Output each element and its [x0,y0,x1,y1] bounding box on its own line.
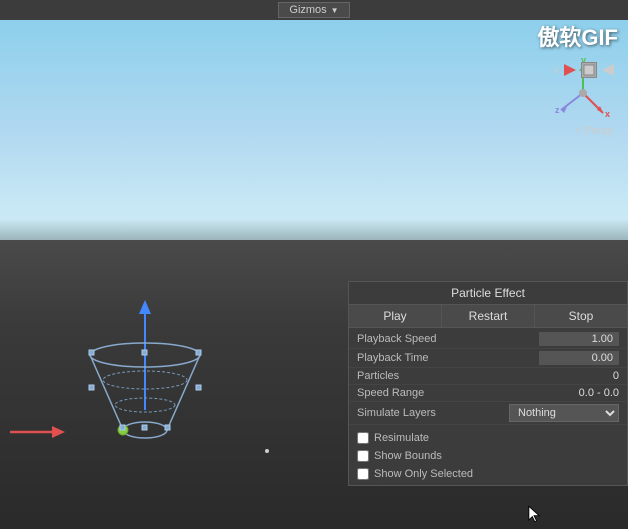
particles-label: Particles [357,370,539,382]
show-bounds-checkbox[interactable] [357,450,369,462]
playback-time-row: Playback Time 0.00 [349,349,627,368]
play-icon[interactable] [562,62,578,78]
speed-range-value: 0.0 - 0.0 [539,387,619,399]
simulate-layers-row: Simulate Layers Nothing Everything [349,402,627,425]
playback-speed-row: Playback Speed 1.00 [349,330,627,349]
svg-text:x: x [605,109,610,119]
panel-title: Particle Effect [349,282,627,304]
show-only-selected-checkbox[interactable] [357,468,369,480]
scene-dot [265,449,269,453]
resimulate-label[interactable]: Resimulate [374,432,429,444]
speed-range-label: Speed Range [357,387,539,399]
simulate-layers-dropdown[interactable]: Nothing Everything [509,404,619,422]
playback-speed-label: Playback Speed [357,333,539,345]
show-bounds-label[interactable]: Show Bounds [374,450,442,462]
show-bounds-row: Show Bounds [349,447,627,465]
checkbox-section: Resimulate Show Bounds Show Only Selecte… [349,427,627,485]
panel-buttons: Play Restart Stop [349,304,627,328]
topbar: Gizmos ▼ [0,0,628,20]
gizmos-dropdown-arrow: ▼ [331,6,339,15]
resimulate-checkbox[interactable] [357,432,369,444]
particle-effect-panel: Particle Effect Play Restart Stop Playba… [348,281,628,486]
transport-controls[interactable]: x [554,62,616,78]
gizmos-label: Gizmos [289,4,326,16]
x-axis-arrow [10,422,70,442]
svg-text:z: z [555,105,560,115]
simulate-layers-label: Simulate Layers [357,407,509,419]
particles-row: Particles 0 [349,368,627,385]
playback-time-label: Playback Time [357,352,539,364]
restart-button[interactable]: Restart [442,305,535,327]
persp-label: < Persp [575,125,613,137]
panel-fields: Playback Speed 1.00 Playback Time 0.00 P… [349,328,627,427]
reverse-play-icon[interactable] [600,62,616,78]
stop-icon[interactable] [581,62,597,78]
show-only-selected-row: Show Only Selected [349,465,627,483]
particles-value: 0 [539,370,619,382]
resimulate-row: Resimulate [349,429,627,447]
gizmos-button[interactable]: Gizmos ▼ [278,2,349,18]
stop-button[interactable]: Stop [535,305,627,327]
playback-time-value[interactable]: 0.00 [539,351,619,365]
play-button[interactable]: Play [349,305,442,327]
speed-range-row: Speed Range 0.0 - 0.0 [349,385,627,402]
x-label: x [554,65,559,76]
show-only-selected-label[interactable]: Show Only Selected [374,468,473,480]
playback-speed-value[interactable]: 1.00 [539,332,619,346]
